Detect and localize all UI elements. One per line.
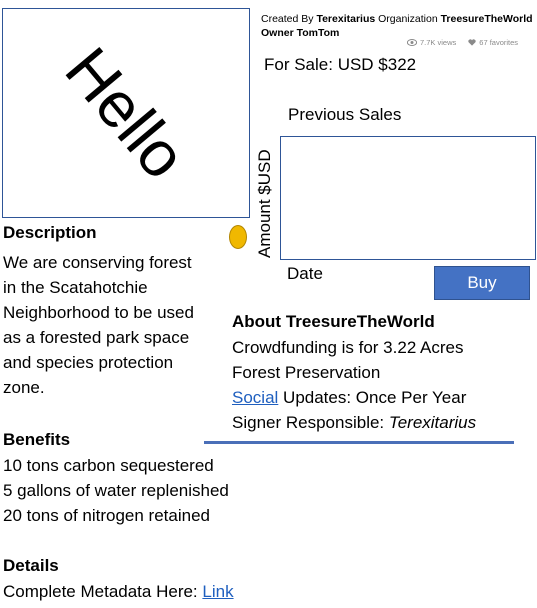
about-line-preservation: Forest Preservation [232, 363, 381, 382]
org-prefix: Organization [375, 13, 441, 25]
benefit-item: 20 tons of nitrogen retained [3, 506, 210, 525]
description-line: as a forested park space [3, 328, 190, 347]
stats-row: 7.7K views 67 favorites [407, 38, 518, 47]
created-by-prefix: Created By [261, 13, 317, 25]
benefits-heading: Benefits [3, 430, 71, 449]
description-line: and species protection [3, 353, 174, 372]
description-heading: Description [3, 223, 97, 242]
owner-name[interactable]: TomTom [297, 27, 340, 39]
description-text: We are conserving forest in the Scatahot… [3, 250, 228, 400]
benefit-item: 10 tons carbon sequestered [3, 456, 214, 475]
benefit-item: 5 gallons of water replenished [3, 481, 229, 500]
heart-icon[interactable] [468, 39, 476, 46]
chart-y-label: Amount $USD [255, 149, 274, 258]
description-line: zone. [3, 378, 45, 397]
details-heading: Details [3, 556, 59, 575]
about-line-social: Social Updates: Once Per Year [232, 385, 532, 410]
sale-price: For Sale: USD $322 [264, 55, 417, 74]
description-line: We are conserving forest [3, 253, 192, 272]
description-line: Neighborhood to be used [3, 303, 194, 322]
signer-prefix: Signer Responsible: [232, 413, 389, 432]
signer-name: Terexitarius [388, 413, 477, 432]
buy-button[interactable]: Buy [434, 266, 530, 300]
chart-x-label: Date [287, 264, 323, 283]
social-updates: Updates: Once Per Year [278, 388, 467, 407]
social-link[interactable]: Social [232, 388, 278, 407]
nft-image[interactable]: Hello [2, 8, 250, 218]
about-heading: About TreesureTheWorld [232, 312, 435, 331]
description-line: in the Scatahotchie [3, 278, 148, 297]
creator-name[interactable]: Terexitarius [316, 13, 375, 25]
about-text: Crowdfunding is for 3.22 Acres Forest Pr… [232, 335, 532, 435]
section-divider [204, 441, 514, 444]
org-name[interactable]: TreesureTheWorld [441, 13, 533, 25]
metadata-link[interactable]: Link [202, 582, 233, 601]
owner-prefix: Owner [261, 27, 297, 39]
sales-chart-area [280, 136, 536, 260]
image-word: Hello [51, 33, 201, 193]
eye-icon [407, 39, 417, 46]
favorites-count: 67 favorites [479, 38, 519, 47]
coin-icon [229, 225, 247, 249]
details-line: Complete Metadata Here: Link [3, 579, 234, 604]
about-line-funding: Crowdfunding is for 3.22 Acres [232, 338, 464, 357]
details-prefix: Complete Metadata Here: [3, 582, 203, 601]
views-count: 7.7K views [420, 38, 457, 47]
benefits-list: 10 tons carbon sequestered 5 gallons of … [3, 453, 303, 528]
creator-meta: Created By Terexitarius Organization Tre… [261, 12, 537, 40]
about-line-signer: Signer Responsible: Terexitarius [232, 410, 532, 435]
chart-title: Previous Sales [288, 105, 402, 124]
